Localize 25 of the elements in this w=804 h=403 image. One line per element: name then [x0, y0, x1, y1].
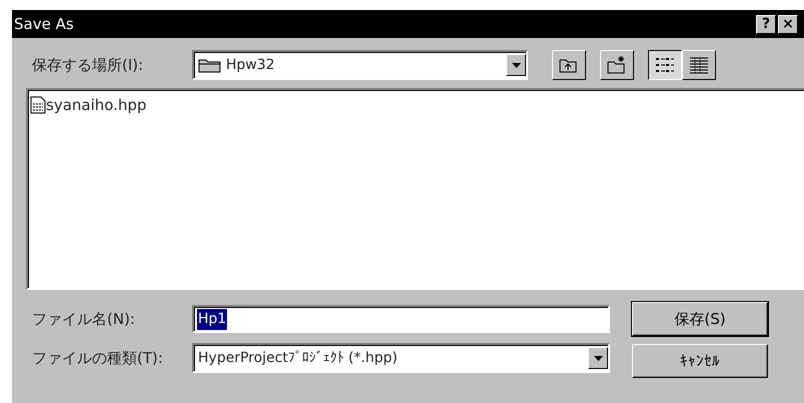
folder-icon — [198, 57, 222, 73]
file-list[interactable]: syanaiho.hpp — [26, 88, 804, 290]
save-button[interactable]: 保存(S) — [632, 302, 768, 336]
details-view-icon — [688, 55, 710, 75]
list-view-icon — [654, 55, 676, 75]
document-icon — [30, 96, 46, 114]
filetype-label: ファイルの種類(T): — [32, 348, 164, 369]
dropdown-button[interactable] — [506, 54, 526, 76]
file-item[interactable]: syanaiho.hpp — [46, 94, 146, 116]
dropdown-button[interactable] — [588, 347, 608, 369]
cancel-button[interactable]: ｷｬﾝｾﾙ — [632, 344, 768, 378]
window-title: Save As — [14, 14, 74, 35]
details-button[interactable] — [682, 50, 716, 80]
list-button[interactable] — [648, 50, 682, 80]
new-folder-button[interactable] — [600, 50, 634, 80]
close-button[interactable]: × — [778, 14, 798, 34]
filename-field[interactable]: Hp1 — [192, 305, 610, 333]
filetype-dropdown[interactable]: HyperProjectﾌﾟﾛｼﾞｪｸﾄ (*.hpp) — [192, 343, 610, 373]
filename-label: ファイル名(N): — [32, 308, 136, 330]
help-button[interactable]: ? — [756, 14, 776, 34]
caret-icon — [594, 356, 602, 360]
location-label: 保存する場所(I): — [32, 54, 144, 76]
up-button[interactable] — [552, 50, 586, 80]
location-dropdown[interactable]: Hpw32 — [192, 50, 528, 80]
caret-icon — [512, 62, 520, 68]
